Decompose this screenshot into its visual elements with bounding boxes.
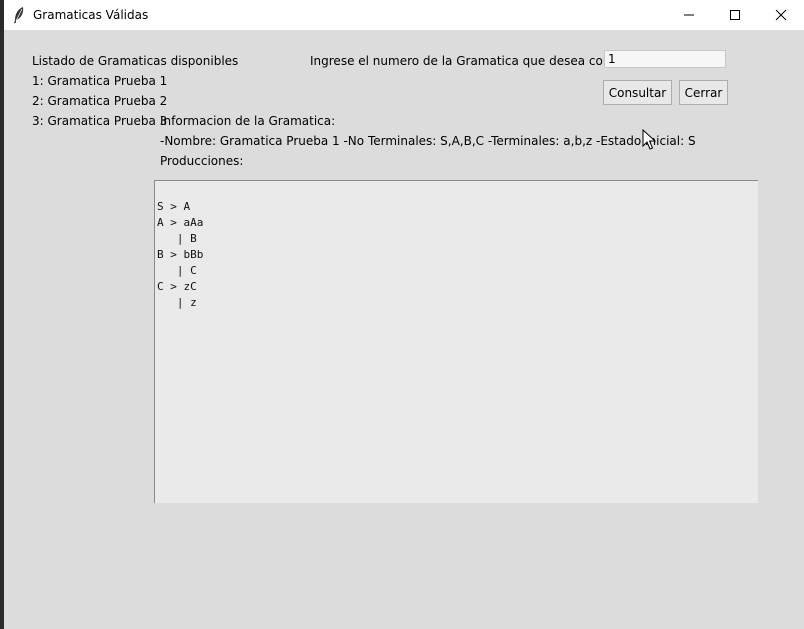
production-line: C > zC — [157, 280, 197, 293]
close-window-button[interactable] — [758, 0, 804, 30]
consult-button[interactable]: Consultar — [603, 80, 672, 105]
maximize-icon — [730, 10, 740, 20]
minimize-button[interactable] — [666, 0, 712, 30]
close-icon — [775, 9, 787, 21]
production-line: B > bBb — [157, 248, 204, 261]
client-area: Listado de Gramaticas disponibles 1: Gra… — [4, 30, 804, 629]
app-window: Gramaticas Válidas Listado de Gramaticas… — [4, 0, 804, 629]
mouse-pointer-icon — [642, 129, 656, 150]
production-line: | C — [157, 264, 197, 277]
productions-text-area[interactable]: S > A A > aAa | B B > bBb | C C > zC | z — [154, 180, 758, 503]
production-line: S > A — [157, 200, 191, 213]
grammar-list-item: 3: Gramatica Prueba 3 — [32, 114, 168, 128]
window-title: Gramaticas Válidas — [33, 8, 149, 22]
grammar-list-item: 2: Gramatica Prueba 2 — [32, 94, 168, 108]
grammar-number-input[interactable] — [604, 50, 726, 68]
minimize-icon — [684, 14, 694, 16]
grammar-info-details: -Nombre: Gramatica Prueba 1 -No Terminal… — [160, 134, 696, 148]
production-line: | B — [157, 232, 197, 245]
production-line: | z — [157, 296, 197, 309]
productions-label: Producciones: — [160, 154, 244, 168]
grammar-list-header: Listado de Gramaticas disponibles — [32, 54, 239, 68]
grammar-list-item: 1: Gramatica Prueba 1 — [32, 74, 168, 88]
close-button[interactable]: Cerrar — [679, 80, 728, 105]
grammar-info-header: Informacion de la Gramatica: — [160, 114, 336, 128]
feather-icon — [12, 6, 26, 24]
grammar-number-prompt: Ingrese el numero de la Gramatica que de… — [310, 54, 645, 68]
production-line: A > aAa — [157, 216, 204, 229]
maximize-button[interactable] — [712, 0, 758, 30]
title-bar[interactable]: Gramaticas Válidas — [4, 0, 804, 30]
